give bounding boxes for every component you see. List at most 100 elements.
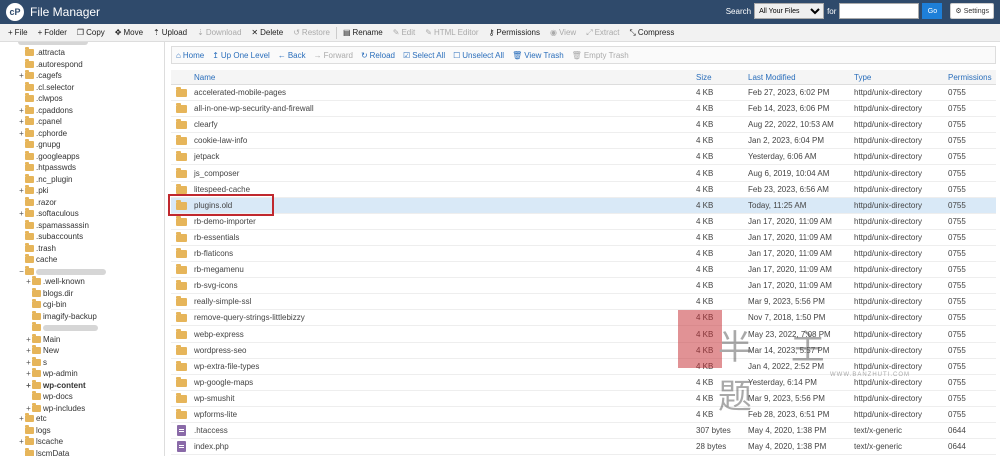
tree-item[interactable]: + .cagefs xyxy=(18,70,62,81)
table-row[interactable]: rb-essentials 4 KB Jan 17, 2020, 11:09 AM h… xyxy=(171,230,996,246)
tree-item[interactable]: .googleapps xyxy=(18,150,80,162)
tree-item[interactable]: + New xyxy=(25,345,59,356)
table-row[interactable]: jetpack 4 KB Yesterday, 6:06 AM httpd/unix-… xyxy=(171,149,996,166)
select-all-button[interactable]: ☑ Select All xyxy=(403,51,445,60)
copy-button[interactable]: ❐ Copy xyxy=(73,24,109,42)
column-header-type[interactable]: Type xyxy=(854,70,871,85)
unselect-all-button[interactable]: ☐ Unselect All xyxy=(453,51,504,60)
tree-item[interactable]: wp-docs xyxy=(25,391,73,402)
reload-button[interactable]: ↻ Reload xyxy=(361,51,395,60)
column-header-name[interactable]: Name xyxy=(194,70,215,85)
expand-icon[interactable]: + xyxy=(18,186,25,195)
move-button[interactable]: ✥ Move xyxy=(111,24,147,42)
search-scope-select[interactable]: All Your Files xyxy=(754,3,825,19)
table-row[interactable]: rb-svg-icons 4 KB Jan 17, 2020, 11:09 AM ht… xyxy=(171,278,996,295)
tree-item[interactable]: .subaccounts xyxy=(18,231,83,242)
collapse-icon[interactable]: − xyxy=(18,267,25,276)
table-row[interactable]: rb-demo-importer 4 KB Jan 17, 2020, 11:09 … xyxy=(171,214,996,230)
tree-item[interactable]: .razor xyxy=(18,196,56,208)
tree-item[interactable]: .trash xyxy=(18,242,56,254)
tree-item[interactable]: lscmData xyxy=(18,447,69,456)
compress-button[interactable]: ⤡ Compress xyxy=(626,24,679,42)
tree-item[interactable]: blogs.dir xyxy=(25,287,73,299)
table-row[interactable]: cookie-law-info 4 KB Jan 2, 2023, 6:04 PM h… xyxy=(171,133,996,150)
upload-button[interactable]: ⇡ Upload xyxy=(149,24,191,42)
view-trash-button[interactable]: 🗑 View Trash xyxy=(512,51,564,60)
tree-item[interactable]: + Main xyxy=(25,333,60,345)
tree-item[interactable]: cgi-bin xyxy=(25,299,67,310)
column-header-last-modified[interactable]: Last Modified xyxy=(748,70,796,85)
edit-button[interactable]: ✎ Edit xyxy=(389,24,420,42)
table-row[interactable]: all-in-one-wp-security-and-firewall 4 KB F… xyxy=(171,101,996,118)
tree-item[interactable]: cache xyxy=(18,254,57,265)
tree-item[interactable]: .gnupg xyxy=(18,139,60,150)
expand-icon[interactable]: + xyxy=(25,358,32,367)
expand-icon[interactable]: + xyxy=(25,277,32,286)
table-row[interactable]: plugins.old 4 KB Today, 11:25 AM httpd/unix… xyxy=(171,197,996,214)
table-row[interactable]: litespeed-cache 4 KB Feb 23, 2023, 6:56 AM… xyxy=(171,182,996,198)
table-row[interactable]: .htaccess 307 bytes May 4, 2020, 1:38 PM te… xyxy=(171,423,996,440)
back-button[interactable]: ← Back xyxy=(278,51,306,60)
settings-button[interactable]: ⚙ Settings xyxy=(950,3,994,19)
table-row[interactable]: js_composer 4 KB Aug 6, 2019, 10:04 AM http… xyxy=(171,166,996,182)
expand-icon[interactable]: + xyxy=(25,369,32,378)
delete-button[interactable]: ✕ Delete xyxy=(247,24,287,42)
tree-item[interactable]: .nc_plugin xyxy=(18,173,72,185)
expand-icon[interactable]: + xyxy=(25,335,32,344)
forward-button[interactable]: → Forward xyxy=(314,51,353,60)
go-button[interactable]: Go xyxy=(922,3,943,19)
table-row[interactable]: clearfy 4 KB Aug 22, 2022, 10:53 AM httpd/u… xyxy=(171,117,996,134)
tree-item[interactable]: + .softaculous xyxy=(18,208,79,219)
new-folder-button[interactable]: + Folder xyxy=(34,24,71,42)
table-row[interactable]: really-simple-ssl 4 KB Mar 9, 2023, 5:56 P… xyxy=(171,294,996,311)
expand-icon[interactable]: + xyxy=(18,129,25,138)
tree-item[interactable]: .clwpos xyxy=(18,93,63,104)
expand-icon[interactable]: + xyxy=(18,437,25,446)
expand-icon[interactable]: + xyxy=(18,414,25,423)
expand-icon[interactable]: + xyxy=(18,209,25,218)
tree-item[interactable]: + wp-includes xyxy=(25,402,85,414)
column-header-permissions[interactable]: Permissions xyxy=(948,70,992,85)
rename-button[interactable]: ▤ Rename xyxy=(339,24,387,42)
tree-item[interactable]: + wp-content xyxy=(25,379,86,391)
tree-item[interactable]: + .cpaddons xyxy=(18,104,73,116)
tree-item[interactable]: .htpasswds xyxy=(18,162,76,173)
table-row[interactable]: rb-megamenu 4 KB Jan 17, 2020, 11:09 AM htt… xyxy=(171,262,996,279)
tree-item[interactable] xyxy=(25,322,98,333)
tree-item[interactable]: + .pki xyxy=(18,185,48,196)
tree-item[interactable]: + etc xyxy=(18,413,47,424)
tree-item[interactable]: + lscache xyxy=(18,436,63,447)
tree-item[interactable]: + s xyxy=(25,356,47,368)
tree-item[interactable]: + .well-known xyxy=(25,276,85,287)
expand-icon[interactable]: + xyxy=(25,404,32,413)
expand-icon[interactable]: + xyxy=(18,71,25,80)
html-editor-button[interactable]: ✎ HTML Editor xyxy=(421,24,482,42)
tree-item[interactable]: imagify-backup xyxy=(25,310,97,322)
view-button[interactable]: ◉ View xyxy=(546,24,580,42)
tree-item[interactable]: + wp-admin xyxy=(25,368,78,379)
tree-item[interactable]: logs xyxy=(18,424,51,436)
permissions-button[interactable]: ⚷ Permissions xyxy=(485,24,544,42)
tree-item[interactable]: + .cpanel xyxy=(18,116,62,127)
table-row[interactable]: accelerated-mobile-pages 4 KB Feb 27, 2023… xyxy=(171,85,996,101)
tree-item[interactable]: .autorespond xyxy=(18,58,83,70)
table-row[interactable]: index.php 28 bytes May 4, 2020, 1:38 PM tex… xyxy=(171,439,996,456)
empty-trash-button[interactable]: 🗑 Empty Trash xyxy=(572,51,629,60)
new-file-button[interactable]: + File xyxy=(4,24,32,42)
search-input[interactable] xyxy=(839,3,920,19)
table-row[interactable]: rb-flaticons 4 KB Jan 17, 2020, 11:09 AM ht… xyxy=(171,246,996,262)
expand-icon[interactable]: + xyxy=(18,117,25,126)
expand-icon[interactable]: + xyxy=(18,106,25,115)
home-button[interactable]: ⌂ Home xyxy=(176,51,204,60)
up-one-level-button[interactable]: ↥ Up One Level xyxy=(212,51,270,60)
extract-button[interactable]: ⤢ Extract xyxy=(582,24,623,42)
tree-item[interactable]: + .cphorde xyxy=(18,127,67,139)
column-header-size[interactable]: Size xyxy=(696,70,712,85)
tree-item[interactable]: .cl.selector xyxy=(18,81,74,93)
restore-button[interactable]: ↺ Restore xyxy=(289,24,334,42)
expand-icon[interactable]: + xyxy=(25,381,32,390)
expand-icon[interactable]: + xyxy=(25,346,32,355)
tree-item[interactable]: .spamassassin xyxy=(18,219,89,231)
download-button[interactable]: ⇣ Download xyxy=(193,24,245,42)
tree-item[interactable]: .attracta xyxy=(18,47,65,58)
